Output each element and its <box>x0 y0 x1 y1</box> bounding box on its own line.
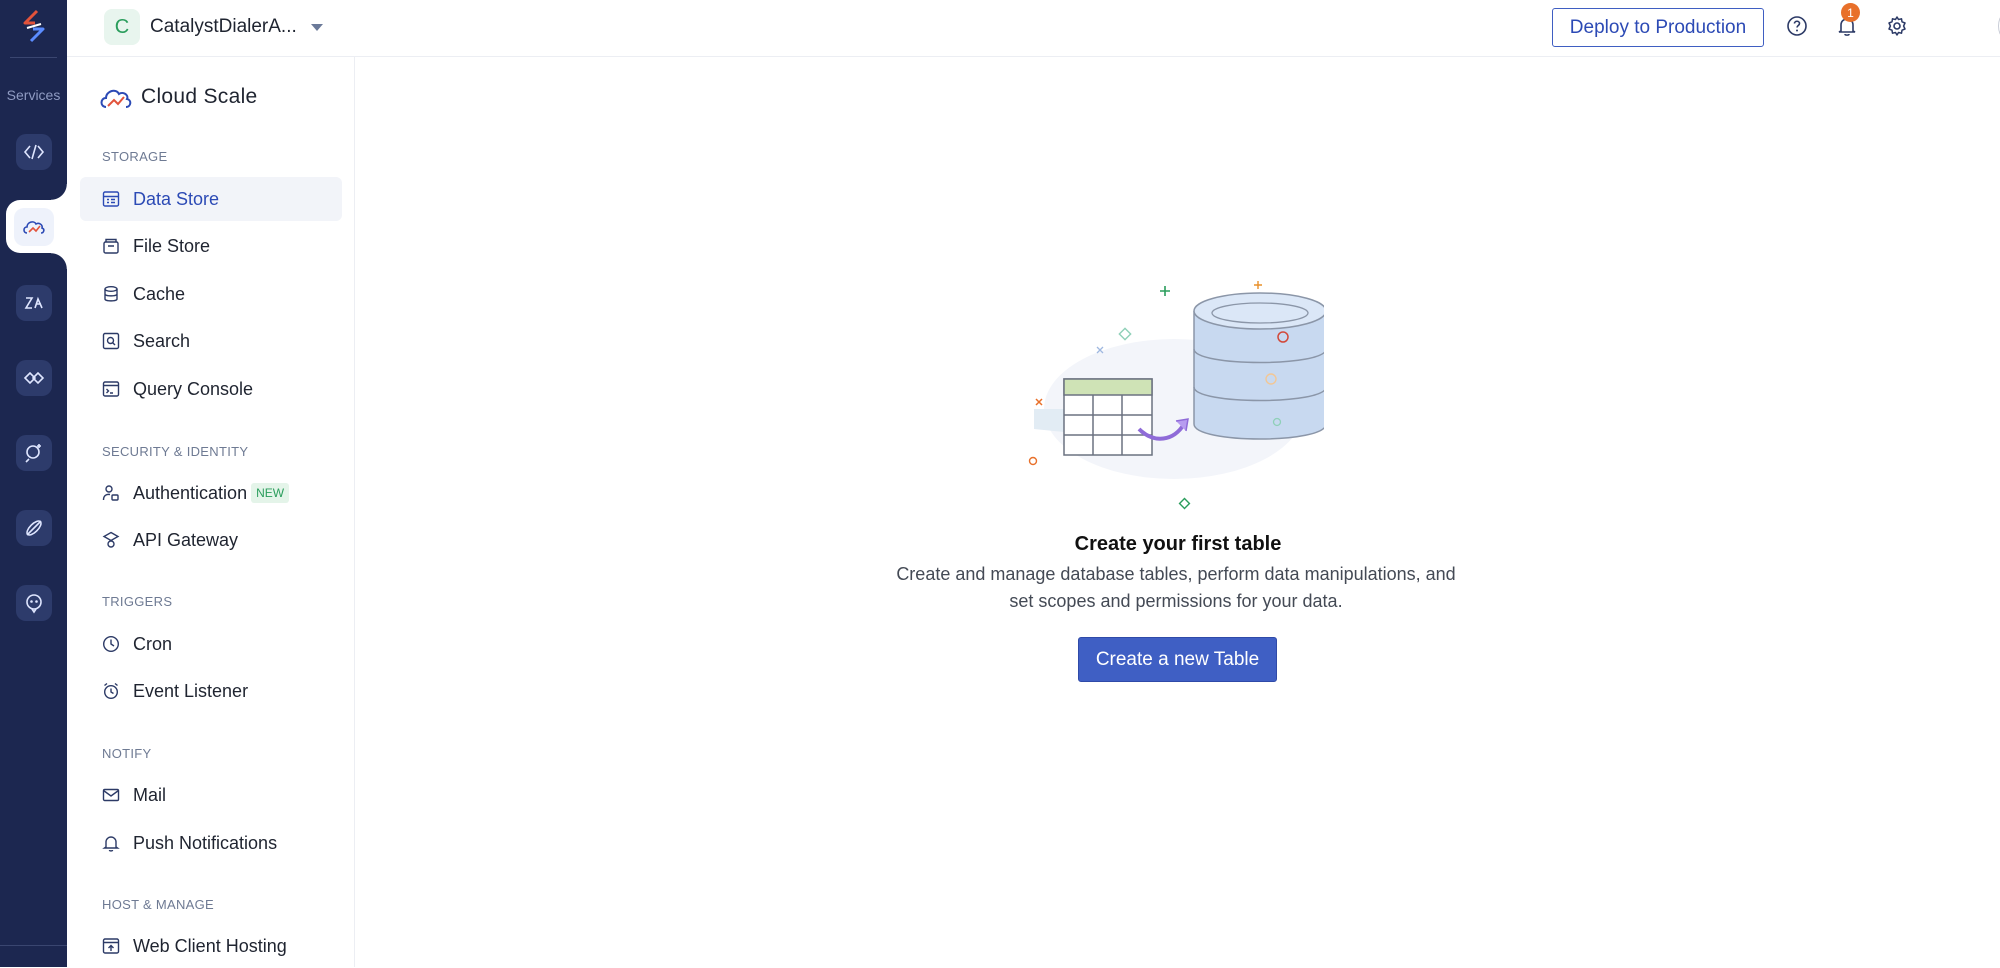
sidebar-item-label: Data Store <box>133 188 220 209</box>
sidebar-item-label: Cache <box>133 283 186 304</box>
section-storage: STORAGE <box>102 149 168 164</box>
mail-icon <box>101 785 121 805</box>
upload-window-icon <box>101 936 121 956</box>
sidebar-item-authentication[interactable]: Authentication NEW <box>80 471 342 515</box>
zia-icon <box>24 296 43 309</box>
sidebar-item-label: Cron <box>133 633 173 654</box>
alarm-icon <box>101 681 121 701</box>
rail-integrations-button[interactable] <box>16 360 52 396</box>
sidebar-item-file-store[interactable]: File Store <box>80 224 342 268</box>
sidebar-item-label: Search <box>133 330 191 351</box>
section-triggers: TRIGGERS <box>102 594 173 609</box>
sidebar-item-cron[interactable]: Cron <box>80 622 342 666</box>
deploy-to-production-button[interactable]: Deploy to Production <box>1552 8 1764 47</box>
database-table-illustration <box>1028 281 1324 510</box>
notification-count-badge: 1 <box>1841 3 1860 22</box>
sidebar-item-label: API Gateway <box>133 529 239 550</box>
rail-divider <box>10 57 57 58</box>
sidebar-title: Cloud Scale <box>141 85 258 108</box>
integrations-icon <box>23 371 45 385</box>
section-security: SECURITY & IDENTITY <box>102 444 249 459</box>
sidebar-item-api-gateway[interactable]: API Gateway <box>80 518 342 562</box>
sidebar-item-label: File Store <box>133 235 211 256</box>
rail-devops-button[interactable] <box>16 510 52 546</box>
empty-state-description: Create and manage database tables, perfo… <box>896 564 1456 611</box>
help-button[interactable] <box>1783 12 1811 40</box>
sidebar-brand: Cloud Scale <box>97 81 258 113</box>
rocket-icon <box>26 520 42 536</box>
sidebar-item-query-console[interactable]: Query Console <box>80 367 342 411</box>
terminal-icon <box>101 379 121 399</box>
top-bar: C CatalystDialerA... Deploy to Productio… <box>67 0 2000 57</box>
sidebar-item-search[interactable]: Search <box>80 319 342 363</box>
sidebar-item-web-client-hosting[interactable]: Web Client Hosting <box>80 924 342 968</box>
cloud-scale-icon <box>23 221 45 234</box>
rail-bot-button[interactable] <box>16 585 52 621</box>
sidebar-item-label: Push Notifications <box>133 832 278 853</box>
search-icon <box>101 331 121 351</box>
sidebar-item-event-listener[interactable]: Event Listener <box>80 669 342 713</box>
section-notify: NOTIFY <box>102 746 152 761</box>
rail-functions-button[interactable] <box>16 134 52 170</box>
sidebar-item-label: Web Client Hosting <box>133 935 287 956</box>
clock-icon <box>101 634 121 654</box>
sidebar-item-label: Authentication <box>133 482 248 503</box>
settings-button[interactable] <box>1883 12 1911 40</box>
cloud-scale-sidebar: Cloud Scale STORAGE Data Store File Stor… <box>67 57 355 967</box>
code-icon <box>23 144 45 160</box>
sidebar-item-cache[interactable]: Cache <box>80 272 342 316</box>
create-new-table-button[interactable]: Create a new Table <box>1078 637 1277 682</box>
help-icon <box>1787 16 1807 36</box>
database-icon <box>101 284 121 304</box>
cloud-scale-icon <box>100 89 132 108</box>
bot-icon <box>26 594 42 614</box>
empty-state-title: Create your first table <box>1074 533 1282 555</box>
chevron-down-icon <box>310 23 323 31</box>
rail-ai-button[interactable] <box>16 435 52 471</box>
services-label: Services <box>6 87 61 103</box>
sidebar-item-push-notifications[interactable]: Push Notifications <box>80 821 342 865</box>
project-selector[interactable]: C CatalystDialerA... <box>104 9 323 45</box>
ai-search-icon <box>25 444 41 463</box>
sidebar-item-label: Event Listener <box>133 680 249 701</box>
user-lock-icon <box>101 483 121 503</box>
catalyst-logo[interactable] <box>17 8 51 44</box>
file-store-icon <box>101 236 121 256</box>
new-badge: NEW <box>251 483 290 503</box>
rail-bottom-divider <box>0 945 67 946</box>
sidebar-item-label: Query Console <box>133 378 254 399</box>
rail-cloud-scale-button[interactable] <box>14 208 54 246</box>
project-initial-badge: C <box>104 9 140 45</box>
section-host-manage: HOST & MANAGE <box>102 897 215 912</box>
sidebar-item-label: Mail <box>133 784 167 805</box>
rail-zia-button[interactable] <box>16 285 52 321</box>
bell-icon <box>101 833 121 853</box>
data-store-icon <box>101 189 121 209</box>
service-rail: Services <box>0 0 67 967</box>
gear-icon <box>1888 16 1906 36</box>
gateway-icon <box>101 530 121 550</box>
main-content: Create your first table Create and manag… <box>356 57 2000 967</box>
project-name: CatalystDialerA... <box>150 16 297 37</box>
sidebar-item-mail[interactable]: Mail <box>80 773 342 817</box>
sidebar-item-data-store[interactable]: Data Store <box>80 177 342 221</box>
